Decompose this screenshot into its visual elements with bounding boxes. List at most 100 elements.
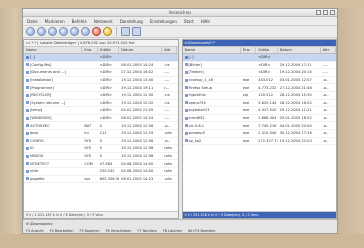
menu-item-markieren[interactable]: Markieren [45,19,65,24]
function-key-button[interactable]: F7 NeuVerz [138,229,157,233]
file-manager-window: Verzeichnis Datei Markieren Befehle Netz… [22,8,338,234]
minimize-button[interactable] [316,10,321,15]
cell-date: 19.12.2004 12:36 [119,124,162,128]
cell-text: -a-- [322,131,329,136]
table-row[interactable]: [WINDOWS] <DIR> 06.01.2005 14:24 ---- [24,115,178,123]
maximize-button[interactable] [323,10,328,15]
cell-text: -ahs [164,131,172,136]
table-row[interactable]: IO SYS 0 19.12.2004 12:36 rahs [24,145,178,153]
table-row[interactable]: [Documents and ...] <DIR> 27.12.2004 16:02… [24,69,178,77]
cell-attr: ---- [162,70,177,74]
cell-name: [Programme] [24,86,82,90]
menu-item-hilfe[interactable]: Hilfe [201,19,210,24]
table-row[interactable]: xp_sp2 exe 272.327.73619.12.2004 22:03 -a-- [182,138,336,146]
table-row[interactable]: winamp5 exe 2.315.040 30.12.2004 17:26 -a-- [182,130,336,138]
column-size[interactable]: Größe [98,47,120,53]
folder-icon[interactable] [103,27,112,36]
function-key-button[interactable]: F6 Verschieben [106,229,132,233]
table-row[interactable]: [Treiber] <DIR> 19.12.2004 20:15 ---- [182,69,336,77]
cell-text: [Bilder] [188,62,202,67]
file-icon [184,63,188,67]
menu-item-netzwerk[interactable]: Netzwerk [94,19,113,24]
view-icon[interactable] [132,27,141,36]
left-path-bar[interactable]: c:\ *.* [ Lokaler Datenträger ] 4.876.03… [24,40,178,47]
table-row[interactable]: hijackthis zip 120.512 28.12.2004 15:30 -a-- [182,92,336,100]
function-key-button[interactable]: F3 Ansicht [26,229,44,233]
table-row[interactable]: [Installation] <DIR> 19.12.2004 13:40 ---- [24,77,178,85]
up-arrow-icon [184,55,188,59]
column-ext[interactable]: Erw. [82,47,98,53]
table-row[interactable]: [Config.Msi] <DIR> 06.01.2005 14:24 -hs [24,62,178,70]
view-icon[interactable] [48,27,57,36]
table-row[interactable]: MSDOS SYS 0 19.12.2004 12:36 rahs [24,153,178,161]
refresh-icon[interactable] [26,27,35,36]
cell-text: ---- [164,116,170,121]
cell-size: 7.745.216 [256,124,277,128]
view-icon[interactable] [59,27,68,36]
table-row[interactable]: [temp] <DIR> 04.01.2005 21:05 ---- [24,107,178,115]
table-row[interactable]: [Programme] <DIR> 29.12.2004 19:11 r--- [24,84,178,92]
cell-text: r--- [164,85,170,90]
column-date[interactable]: Datum [278,47,321,53]
cell-date: 04.08.2004 14:00 [119,162,162,166]
column-attr[interactable]: Attr [162,47,178,53]
cell-text: exe [242,108,250,113]
table-row[interactable]: spybotsd13 exe 4.417.520 29.12.2004 11:21 -a… [182,107,336,115]
cell-text: 28.12.2004 16:02 [279,100,312,105]
column-ext[interactable]: Erw. [241,47,257,53]
function-key-button[interactable]: Alt+F4 Beenden [188,229,216,233]
table-row[interactable]: [Bilder] <DIR> 29.12.2004 17:11 ---- [182,62,336,70]
menu-item-befehle[interactable]: Befehle [72,19,87,24]
view-icon[interactable] [81,27,90,36]
stop-icon[interactable] [92,27,101,36]
view-icon[interactable] [70,27,79,36]
table-row[interactable]: opera754 exe 3.629.144 28.12.2004 16:02 -a-- [182,100,336,108]
cell-date: 27.12.2004 16:02 [119,70,162,74]
table-row[interactable]: [RECYCLER] <DIR> 19.12.2004 12:30 -hs [24,92,178,100]
menu-item-darstellung[interactable]: Darstellung [120,19,143,24]
cell-size: 0 [98,124,119,128]
column-name[interactable]: Name [24,47,83,53]
table-row[interactable]: boot ini 211 19.12.2004 12:29 -ahs [24,130,178,138]
right-path-bar[interactable]: d:\Downloads\*.* [182,40,336,47]
menu-item-einstellungen[interactable]: Einstellungen [150,19,177,24]
table-row[interactable]: [..] <DIR> [24,54,178,62]
table-row[interactable]: pagefile sys 805.306.36806.01.2005 14:23 -a… [24,176,178,184]
function-key-button[interactable]: F5 Kopieren [80,229,100,233]
column-attr[interactable]: Attr [321,47,336,53]
function-key-button[interactable]: F4 Bearbeiten [50,229,74,233]
table-row[interactable]: AUTOEXEC BAT 0 19.12.2004 12:36 -a-- [24,122,178,130]
cell-date: 29.12.2004 11:21 [278,108,321,112]
cell-ext: COM [82,162,97,166]
title-bar: Verzeichnis [23,9,337,17]
cell-text: 19.12.2004 12:36 [121,154,154,159]
cell-text: ini [84,131,89,136]
column-size[interactable]: Größe [256,47,278,53]
table-row[interactable]: NTDETECT COM 47.564 04.08.2004 14:00 rahs [24,160,178,168]
table-row[interactable]: [..] <DIR> [182,54,336,62]
cell-text: 06.01.2005 14:24 [121,116,154,121]
table-row[interactable]: [System Volume ...] <DIR> 19.12.2004 12:32… [24,100,178,108]
table-row[interactable]: ntldr 250.032 04.08.2004 14:00 rahs [24,168,178,176]
table-row[interactable]: vlc-0.8.1 exe 7.745.216 04.01.2005 20:40 -a-… [182,122,336,130]
column-name[interactable]: Name [183,47,241,53]
column-date[interactable]: Datum [119,47,163,53]
file-icon [184,101,188,105]
cell-text: [Config.Msi] [30,62,52,67]
close-button[interactable] [330,10,335,15]
view-icon[interactable] [121,27,130,36]
view-icon[interactable] [37,27,46,36]
cell-text: sys [84,176,91,181]
table-row[interactable]: Firefox Setup exe 4.773.232 27.12.2004 21:4… [182,84,336,92]
cell-text: IO [30,146,34,151]
table-row[interactable]: ccsetup_1_16 exe 343.012 03.01.2005 12:07 -a… [182,77,336,85]
cell-text: pagefile [30,176,45,181]
menu-item-start[interactable]: Start [184,19,194,24]
function-key-button[interactable]: F8 Löschen [163,229,182,233]
table-row[interactable]: tcmd652 exe 1.866.304 05.01.2005 18:52 -a-- [182,115,336,123]
cell-text: exe [242,138,250,143]
menu-item-datei[interactable]: Datei [27,19,38,24]
left-pane-info: 0 k / 1.031.187 k in 0 / 8 Datei(en), 0 … [24,211,178,218]
table-row[interactable]: CONFIG SYS 0 19.12.2004 12:36 -a-- [24,138,178,146]
command-line[interactable]: d:\Downloads> [23,220,337,227]
